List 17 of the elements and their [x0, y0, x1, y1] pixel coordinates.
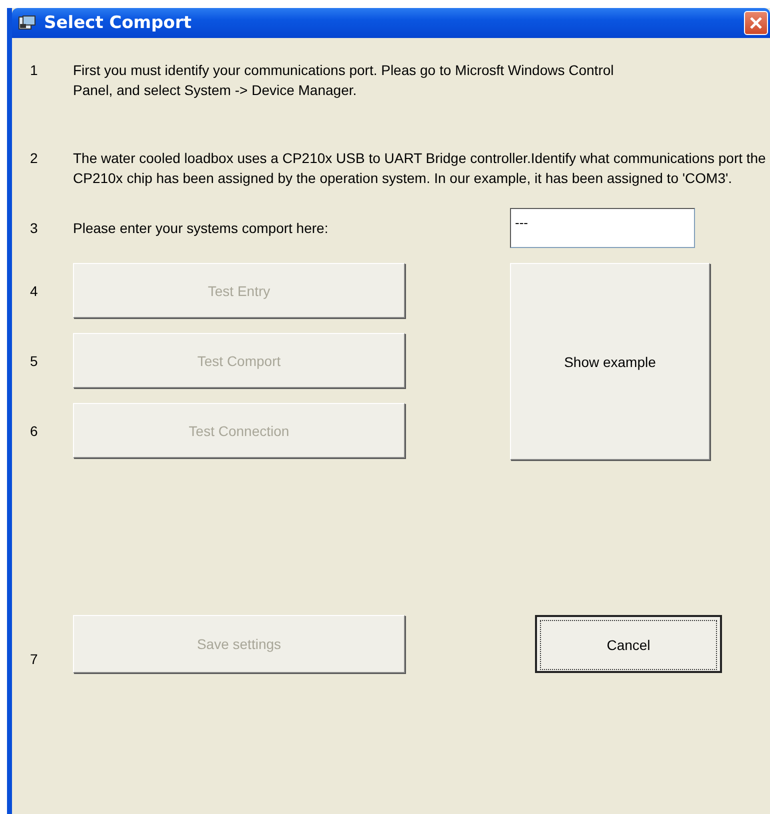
step-number: 7 — [30, 651, 39, 667]
window-icon — [18, 15, 36, 31]
close-button[interactable] — [744, 11, 768, 35]
close-icon — [749, 16, 763, 30]
step-number: 2 — [30, 149, 39, 168]
step-number: 6 — [30, 422, 39, 438]
step-text: First you must identify your communications port. Pleas go to Microsft Windows Control Panel, and select System -> Device Manager. — [73, 61, 615, 100]
window-title: Select Comport — [44, 13, 192, 33]
cancel-button[interactable]: Cancel — [535, 615, 722, 673]
comport-label: Please enter your systems comport here: — [73, 220, 330, 236]
comport-field[interactable]: --- — [510, 208, 695, 248]
step-number: 5 — [30, 352, 39, 368]
step-number: 4 — [30, 282, 39, 298]
step-number: 3 — [30, 220, 39, 236]
step-number: 1 — [30, 61, 39, 80]
show-example-button[interactable]: Show example — [510, 263, 710, 460]
step-text: The water cooled loadbox uses a CP210x USB to UART Bridge controller.Identify what communications port the CP210x chip has been assigned by the operation system. In our example, it has been assigned to 'COM3'. — [73, 149, 767, 188]
